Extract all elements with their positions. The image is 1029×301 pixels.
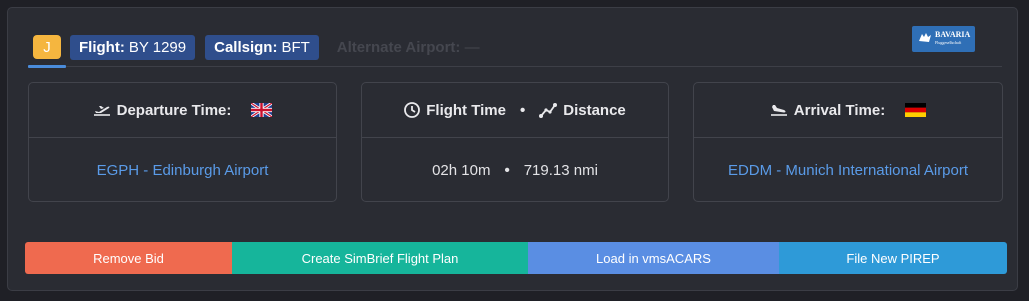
united-kingdom-flag-icon xyxy=(250,101,274,119)
airline-logo-text: BAVARIA Fluggesellschaft xyxy=(935,31,970,47)
departure-airport-link[interactable]: EGPH - Edinburgh Airport xyxy=(97,162,269,179)
clock-icon xyxy=(404,102,421,118)
callsign-value: BFT xyxy=(281,38,310,56)
flight-header: J Flight: BY 1299 Callsign: BFT Alternat… xyxy=(33,34,480,60)
departure-title: Departure Time: xyxy=(116,101,232,119)
file-pirep-button[interactable]: File New PIREP xyxy=(779,242,1007,274)
header-separator: • xyxy=(519,101,526,119)
callsign-label: Callsign: xyxy=(214,38,278,56)
arrival-airport-link[interactable]: EDDM - Munich International Airport xyxy=(728,162,968,179)
germany-flag-icon xyxy=(905,103,927,118)
distance-label: Distance xyxy=(563,101,626,119)
flight-bid-card: J Flight: BY 1299 Callsign: BFT Alternat… xyxy=(7,7,1018,291)
alternate-label: Alternate Airport: xyxy=(336,38,461,56)
airline-logo: BAVARIA Fluggesellschaft xyxy=(912,26,975,52)
action-bar: Remove Bid Create SimBrief Flight Plan L… xyxy=(25,242,1007,274)
departure-body: EGPH - Edinburgh Airport xyxy=(29,138,336,202)
arrival-panel: Arrival Time: EDDM - Munich Internationa… xyxy=(693,82,1003,202)
flight-info-panel: Flight Time • Distance 02h 10m • 719.13 … xyxy=(361,82,669,202)
departure-header: Departure Time: xyxy=(29,83,336,138)
class-badge: J xyxy=(33,35,61,59)
header-divider xyxy=(28,66,1002,67)
arrival-body: EDDM - Munich International Airport xyxy=(694,138,1002,202)
distance-value: 719.13 nmi xyxy=(523,161,598,179)
create-simbrief-button[interactable]: Create SimBrief Flight Plan xyxy=(232,242,528,274)
alternate-airport: Alternate Airport: — xyxy=(337,39,480,56)
alternate-value: — xyxy=(464,38,480,56)
airline-logo-name: BAVARIA xyxy=(935,30,971,39)
flight-label: Flight: xyxy=(79,38,125,56)
flight-number-badge: Flight: BY 1299 xyxy=(70,34,196,60)
load-vmsacars-button[interactable]: Load in vmsACARS xyxy=(528,242,779,274)
departure-panel: Departure Time: EGPH - Edinburgh Airport xyxy=(28,82,337,202)
plane-departure-icon xyxy=(93,103,111,117)
flight-info-header: Flight Time • Distance xyxy=(362,83,668,138)
plane-arrival-icon xyxy=(770,103,788,117)
arrival-title: Arrival Time: xyxy=(793,101,886,119)
flight-time-label: Flight Time xyxy=(426,101,506,119)
airline-logo-subtext: Fluggesellschaft xyxy=(935,40,962,45)
flight-info-body: 02h 10m • 719.13 nmi xyxy=(362,138,668,202)
callsign-badge: Callsign: BFT xyxy=(205,34,319,60)
flight-value: BY 1299 xyxy=(128,38,187,56)
route-icon xyxy=(539,102,558,118)
arrival-header: Arrival Time: xyxy=(694,83,1002,138)
lion-emblem-icon xyxy=(918,31,932,48)
value-separator: • xyxy=(504,161,510,179)
flight-time-value: 02h 10m xyxy=(432,161,491,179)
active-tab-indicator xyxy=(28,65,66,68)
remove-bid-button[interactable]: Remove Bid xyxy=(25,242,232,274)
